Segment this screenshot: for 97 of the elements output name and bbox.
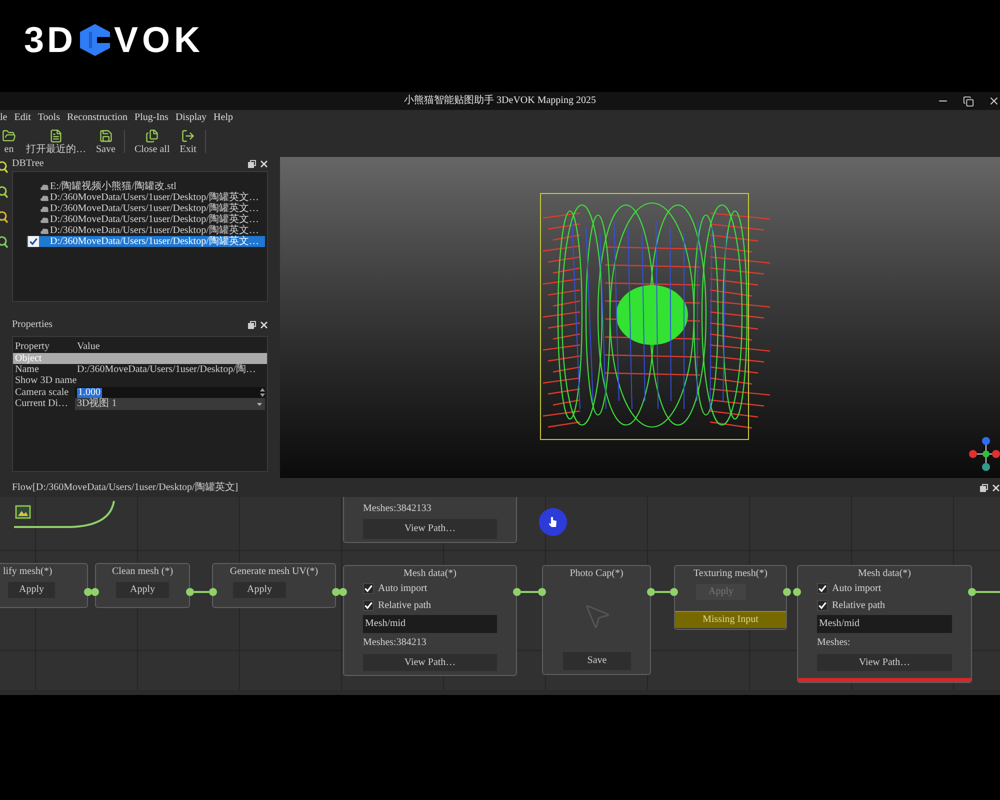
menu-item[interactable]: Display (175, 113, 207, 123)
path-field[interactable]: Mesh/mid (817, 615, 952, 633)
column-header[interactable]: Property (15, 341, 50, 352)
node-button[interactable]: View Path… (817, 654, 952, 671)
tree-item[interactable]: D:/360MoveData/Users/1user/Desktop/陶罐英文… (27, 192, 265, 203)
node-title: Generate mesh UV(*) (230, 567, 318, 577)
warning-banner: Missing Input (675, 611, 786, 628)
magnifier-icon[interactable] (0, 161, 8, 173)
node-button[interactable]: Apply (233, 582, 286, 598)
restore-icon[interactable] (963, 96, 974, 106)
mesh-count: Meshes:384213 (363, 638, 426, 648)
node-title: Texturing mesh(*) (693, 569, 768, 579)
node-title: Mesh data(*) (858, 569, 912, 579)
checkbox-label: Relative path (832, 600, 886, 610)
hexagon-logo-icon (80, 24, 110, 56)
toolbar-button[interactable]: en (0, 126, 18, 157)
tree-item[interactable]: E:/陶罐视频小熊猫/陶罐改.stl (27, 181, 265, 192)
menu-item[interactable]: le (0, 113, 8, 123)
toolbar-button[interactable]: 打开最近的… (24, 126, 88, 157)
node-button[interactable]: View Path… (363, 519, 497, 539)
port-icon[interactable] (538, 588, 546, 596)
node-title: Photo Cap(*) (570, 569, 624, 579)
property-name: Camera scale (15, 386, 69, 398)
toolbar-button[interactable]: Exit (178, 126, 198, 157)
port-icon[interactable] (968, 588, 976, 596)
tree-view[interactable] (12, 171, 268, 302)
connection-line (976, 591, 1000, 593)
node-button[interactable]: Apply (116, 582, 169, 598)
tree-item[interactable]: D:/360MoveData/Users/1user/Desktop/陶罐英文… (27, 214, 265, 225)
panel-title: Properties (12, 320, 53, 330)
node-title: lify mesh(*) (3, 567, 52, 577)
port-icon[interactable] (670, 588, 678, 596)
connection-line (655, 591, 670, 593)
tree-item[interactable]: D:/360MoveData/Users/1user/Desktop/陶罐英文… (27, 225, 265, 236)
port-icon[interactable] (209, 588, 217, 596)
3d-viewport[interactable] (280, 157, 1000, 478)
magnifier-icon[interactable] (0, 186, 8, 198)
axis-gizmo-icon[interactable] (968, 436, 1000, 472)
property-value: D:/360MoveData/Users/1user/Desktop/陶… (76, 364, 256, 374)
spin-field[interactable]: 1.000 (75, 387, 265, 398)
click-indicator-icon (539, 508, 567, 536)
document-icon (49, 128, 63, 142)
property-name: Current Di… (15, 398, 68, 409)
node-title: Clean mesh (*) (112, 567, 174, 577)
node-button[interactable]: Apply (8, 582, 55, 598)
menu-item[interactable]: Plug-Ins (134, 113, 168, 123)
checkbox[interactable] (363, 583, 374, 594)
property-name: Show 3D name (15, 375, 77, 386)
toolbar-button[interactable]: Save (94, 126, 118, 157)
float-icon[interactable] (980, 484, 988, 492)
path-field[interactable]: Mesh/mid (363, 615, 497, 633)
port-icon[interactable] (513, 588, 521, 596)
logo-text: 3D (24, 22, 76, 58)
float-icon[interactable] (248, 321, 256, 329)
exit-icon (181, 128, 196, 142)
checkbox-label: Auto import (378, 584, 428, 594)
column-header[interactable]: Value (77, 341, 100, 352)
checkbox[interactable] (363, 600, 374, 611)
folder-icon (2, 128, 16, 142)
checkbox[interactable] (817, 600, 828, 611)
checkbox-label: Relative path (378, 600, 432, 610)
close-icon[interactable] (260, 321, 268, 329)
panel-title: DBTree (12, 159, 44, 169)
logo-text: VOK (114, 22, 204, 58)
close-icon[interactable] (988, 95, 1000, 107)
node-button[interactable]: Save (563, 652, 631, 670)
picture-icon[interactable] (15, 505, 31, 519)
magnifier-icon[interactable] (0, 211, 8, 223)
menu-item[interactable]: Reconstruction (66, 113, 128, 123)
menu-item[interactable]: Edit (14, 113, 31, 123)
port-icon[interactable] (647, 588, 655, 596)
mesh-count: Meshes:3842133 (363, 504, 432, 514)
checkbox-label: Auto import (832, 584, 882, 594)
caret-icon (257, 402, 262, 406)
connection-line (521, 591, 538, 593)
float-icon[interactable] (248, 160, 256, 168)
port-icon[interactable] (186, 588, 194, 596)
node-title: Mesh data(*) (403, 569, 457, 579)
menu-item[interactable]: Tools (38, 113, 60, 123)
property-name: Name (15, 364, 39, 374)
tree-item[interactable]: D:/360MoveData/Users/1user/Desktop/陶罐英文… (27, 203, 265, 214)
section-header: Object (13, 353, 267, 364)
dropdown[interactable]: 3D视图 1 (75, 398, 265, 410)
documents-icon (145, 128, 160, 142)
checkbox[interactable] (817, 583, 828, 594)
toolbar-button[interactable]: Close all (132, 126, 172, 157)
close-icon[interactable] (992, 484, 1000, 492)
node-button[interactable]: View Path… (363, 654, 497, 671)
mesh-count: Meshes: (817, 638, 850, 648)
tree-item[interactable]: D:/360MoveData/Users/1user/Desktop/陶罐英文… (27, 236, 265, 247)
magnifier-icon[interactable] (0, 236, 8, 248)
close-icon[interactable] (260, 160, 268, 168)
menu-item[interactable]: Help (214, 113, 233, 123)
connection-line (194, 591, 209, 593)
panel-title: Flow[D:/360MoveData/Users/1user/Desktop/陶罐英文] (12, 482, 238, 492)
spinner-icon[interactable] (260, 388, 265, 397)
window-title: 小熊猫智能贴图助手 3DeVOK Mapping 2025 (404, 96, 596, 106)
